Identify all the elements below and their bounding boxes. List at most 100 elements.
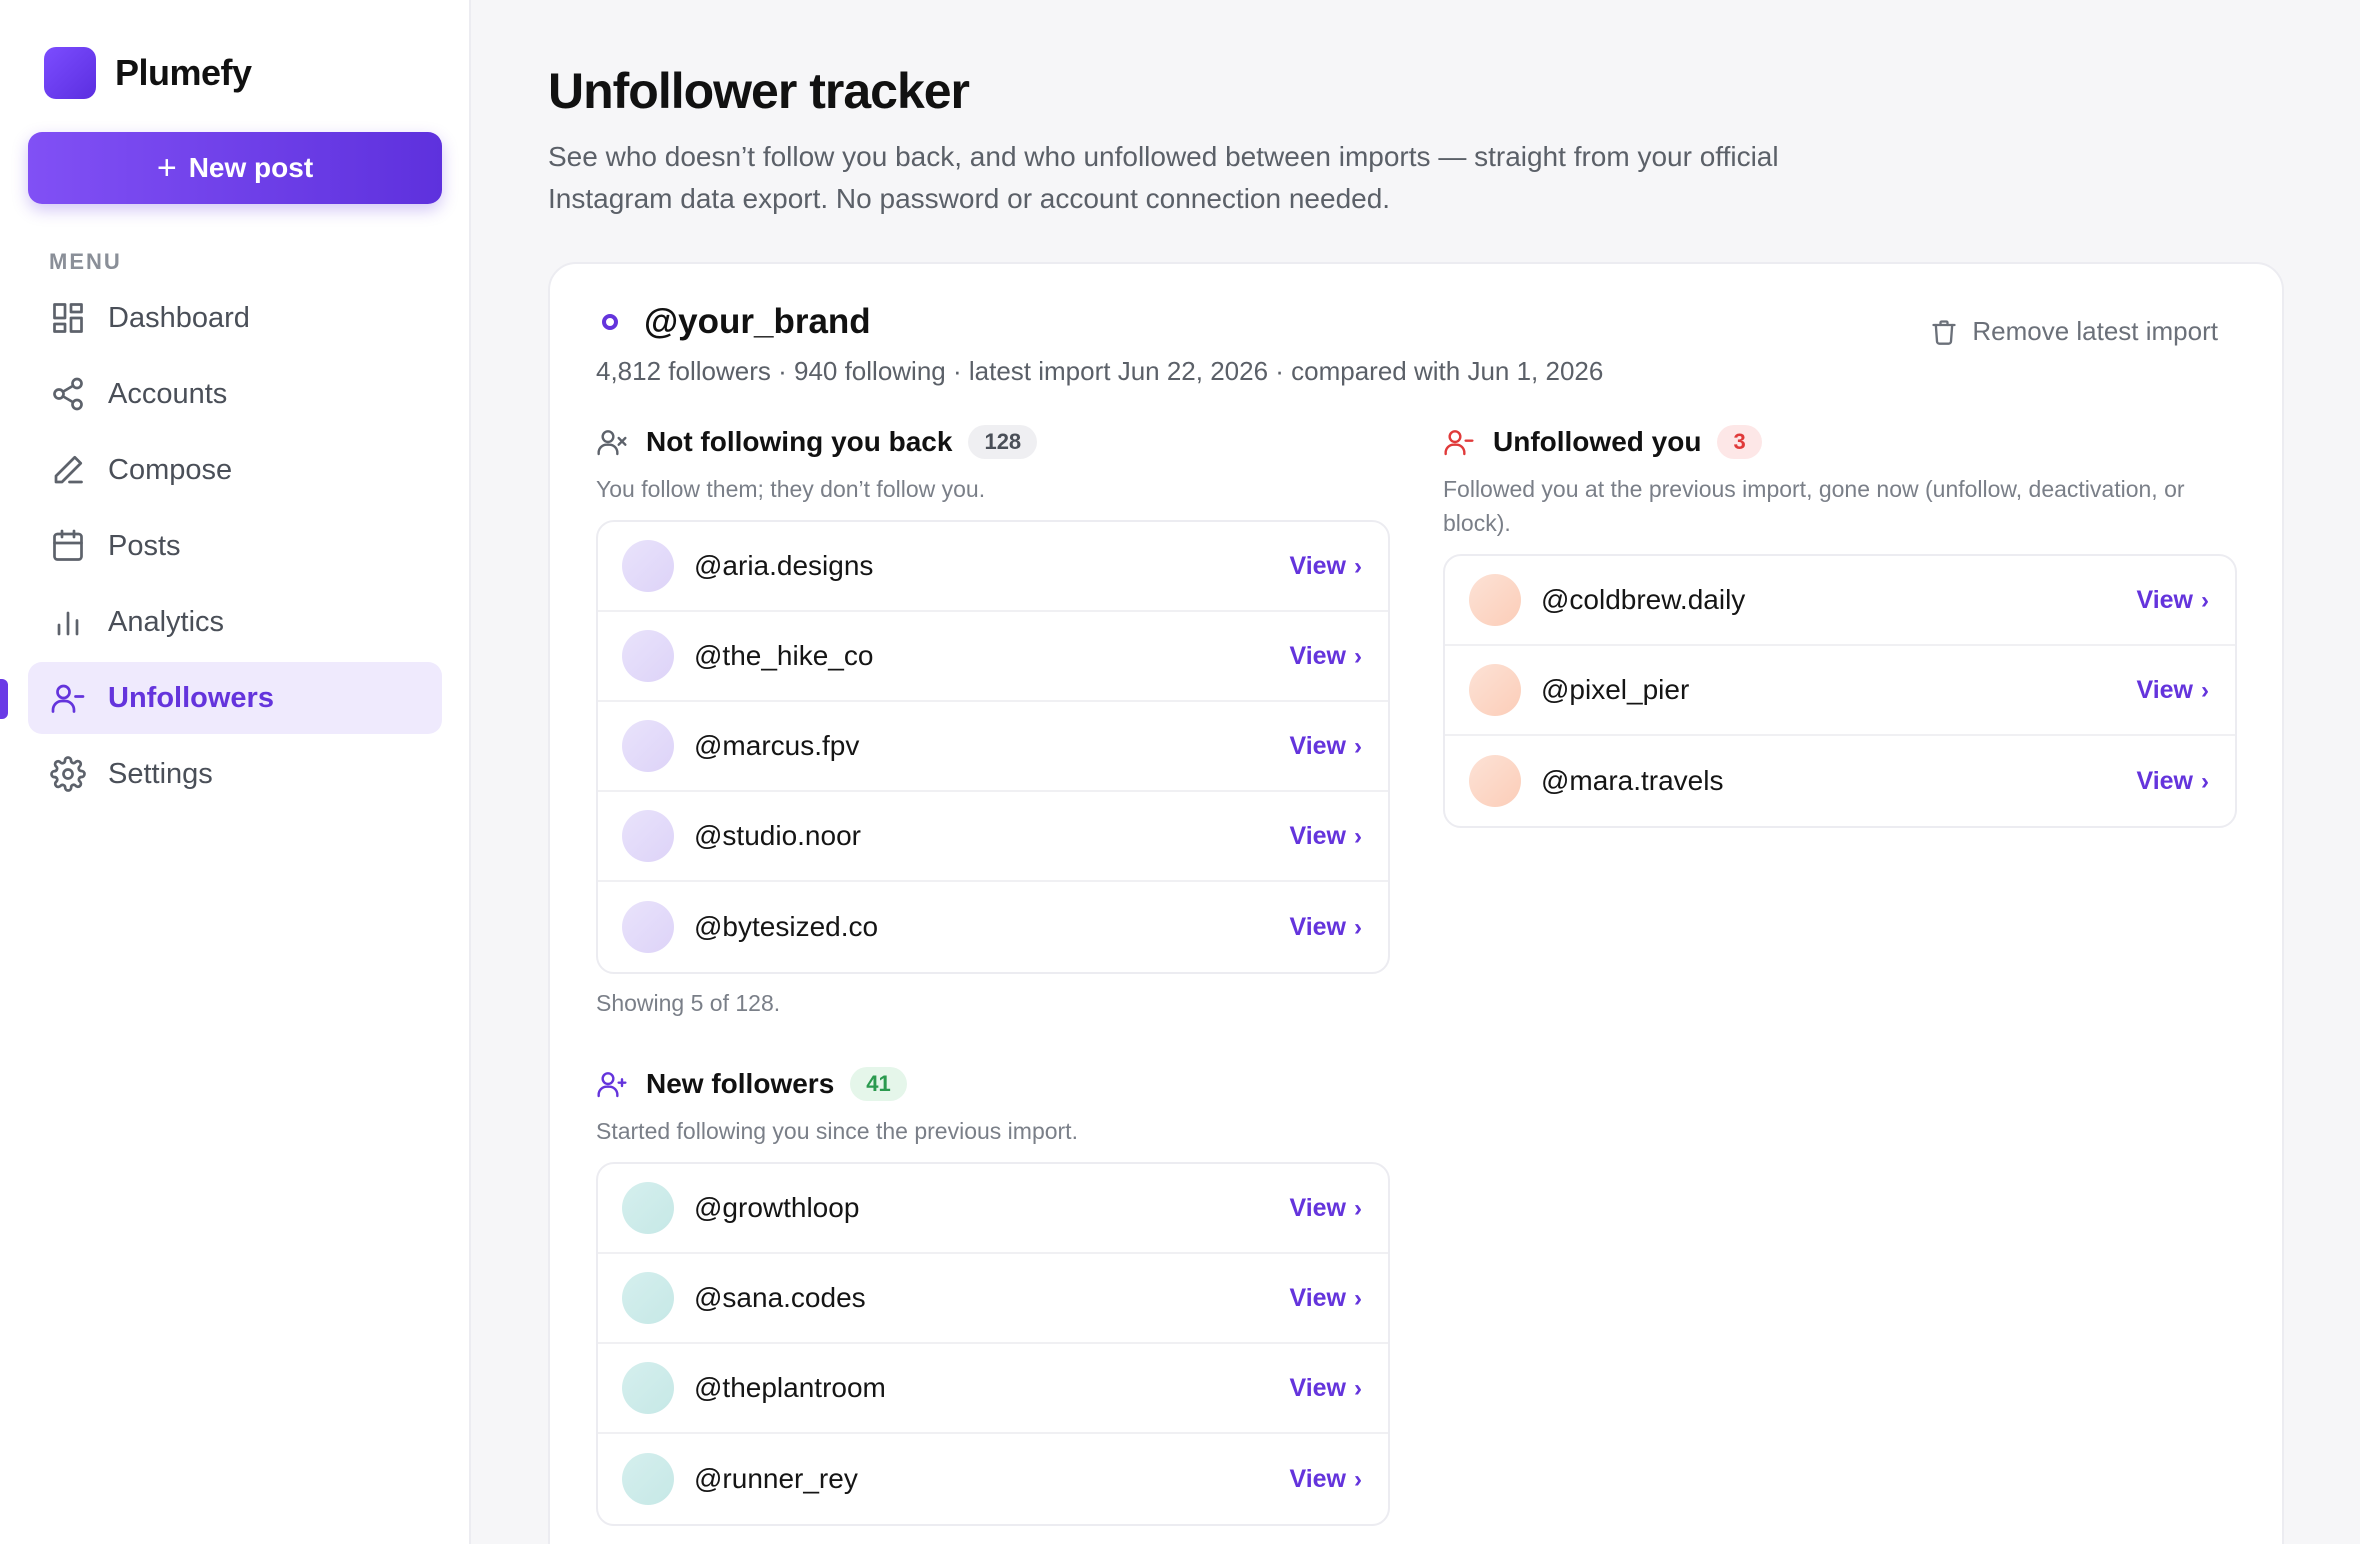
view-link[interactable]: View › <box>1289 913 1362 942</box>
avatar <box>622 720 674 772</box>
list-item: @growthloop View › <box>598 1164 1388 1254</box>
view-link[interactable]: View › <box>1289 642 1362 671</box>
sidebar-item-label: Unfollowers <box>108 681 274 714</box>
user-handle: @theplantroom <box>694 1372 886 1403</box>
view-link[interactable]: View › <box>2136 676 2209 705</box>
unfollowed-you-section: Unfollowed you 3 Followed you at the pre… <box>1443 422 2237 828</box>
sidebar-item-label: Settings <box>108 757 213 790</box>
sidebar-item-label: Dashboard <box>108 301 250 334</box>
new-post-label: New post <box>188 152 314 183</box>
menu-label: MENU <box>49 249 122 274</box>
user-minus-icon <box>1444 430 1474 456</box>
chevron-right-icon: › <box>2201 676 2209 704</box>
brand[interactable]: Plumefy <box>44 47 252 99</box>
view-link[interactable]: View › <box>2136 767 2209 796</box>
view-link[interactable]: View › <box>1289 552 1362 581</box>
section-title: Not following you back <box>646 426 953 457</box>
chevron-right-icon: › <box>1354 1194 1362 1222</box>
user-handle: @growthloop <box>694 1192 860 1223</box>
new-post-button[interactable]: + New post <box>28 132 442 204</box>
user-list: @aria.designs View › @the_hike_co View › @… <box>596 520 1390 974</box>
sidebar-item-dashboard[interactable]: Dashboard <box>28 282 442 354</box>
user-handle: @sana.codes <box>694 1282 866 1313</box>
count-badge: 3 <box>1717 425 1762 459</box>
sidebar-item-compose[interactable]: Compose <box>28 434 442 506</box>
section-description: Followed you at the previous import, gon… <box>1443 476 2185 536</box>
chevron-right-icon: › <box>1354 913 1362 941</box>
list-item: @sana.codes View › <box>598 1254 1388 1344</box>
sidebar-nav: Dashboard Accounts Compose Posts Analyti… <box>28 282 442 814</box>
chevron-right-icon: › <box>1354 642 1362 670</box>
user-handle: @mara.travels <box>1541 765 1724 796</box>
section-description: Started following you since the previous… <box>596 1118 1078 1144</box>
user-handle: @aria.designs <box>694 550 874 581</box>
sidebar-item-label: Compose <box>108 453 233 486</box>
view-link[interactable]: View › <box>1289 1374 1362 1403</box>
account-handle: @your_brand <box>644 302 871 341</box>
user-minus-icon <box>51 684 85 713</box>
page-description: See who doesn’t follow you back, and who… <box>548 141 1779 214</box>
list-item: @pixel_pier View › <box>1445 646 2235 736</box>
view-link[interactable]: View › <box>1289 822 1362 851</box>
account-status-icon <box>602 314 618 330</box>
avatar <box>622 1362 674 1414</box>
sidebar-item-settings[interactable]: Settings <box>28 738 442 810</box>
view-link[interactable]: View › <box>1289 1194 1362 1223</box>
section-description: You follow them; they don’t follow you. <box>596 476 986 502</box>
pen-icon <box>54 455 83 484</box>
avatar <box>622 1453 674 1505</box>
account-card: @your_brand 4,812 followers · 940 follow… <box>548 262 2284 1544</box>
sidebar-item-unfollowers[interactable]: Unfollowers <box>28 662 442 734</box>
page-title: Unfollower tracker <box>548 63 970 119</box>
user-list: @coldbrew.daily View › @pixel_pier View › … <box>1443 554 2237 828</box>
user-plus-icon <box>597 1072 627 1098</box>
list-item: @studio.noor View › <box>598 792 1388 882</box>
view-link[interactable]: View › <box>1289 732 1362 761</box>
chevron-right-icon: › <box>2201 767 2209 795</box>
avatar <box>1469 755 1521 807</box>
list-item: @the_hike_co View › <box>598 612 1388 702</box>
remove-latest-import-label: Remove latest import <box>1972 316 2218 346</box>
plus-icon: + <box>156 148 177 187</box>
count-badge: 128 <box>968 425 1038 459</box>
chevron-right-icon: › <box>1354 1465 1362 1493</box>
brand-logo-icon <box>44 47 96 99</box>
showing-count: Showing 5 of 128. <box>596 990 781 1016</box>
avatar <box>1469 574 1521 626</box>
section-title: New followers <box>646 1068 835 1099</box>
sidebar-item-label: Analytics <box>108 605 225 638</box>
user-handle: @bytesized.co <box>694 911 879 942</box>
avatar <box>1469 664 1521 716</box>
avatar <box>622 1272 674 1324</box>
section-title: Unfollowed you <box>1493 426 1702 457</box>
sidebar-item-posts[interactable]: Posts <box>28 510 442 582</box>
view-link[interactable]: View › <box>1289 1465 1362 1494</box>
avatar <box>622 630 674 682</box>
sidebar-item-analytics[interactable]: Analytics <box>28 586 442 658</box>
avatar <box>622 1182 674 1234</box>
sidebar-item-accounts[interactable]: Accounts <box>28 358 442 430</box>
list-item: @coldbrew.daily View › <box>1445 556 2235 646</box>
share-icon <box>53 377 83 411</box>
user-handle: @coldbrew.daily <box>1541 584 1746 615</box>
avatar <box>622 810 674 862</box>
list-item: @bytesized.co View › <box>598 882 1388 972</box>
avatar <box>622 901 674 953</box>
user-handle: @the_hike_co <box>694 640 874 671</box>
list-item: @marcus.fpv View › <box>598 702 1388 792</box>
view-link[interactable]: View › <box>1289 1284 1362 1313</box>
user-handle: @studio.noor <box>694 820 861 851</box>
chevron-right-icon: › <box>1354 822 1362 850</box>
chevron-right-icon: › <box>1354 1374 1362 1402</box>
view-link[interactable]: View › <box>2136 586 2209 615</box>
active-indicator <box>0 679 8 719</box>
user-list: @growthloop View › @sana.codes View › @the… <box>596 1162 1390 1526</box>
user-x-icon <box>597 430 627 456</box>
sidebar: Plumefy + New post MENU Dashboard Accoun… <box>0 0 471 1544</box>
account-meta: 4,812 followers · 940 following · latest… <box>596 356 1604 386</box>
list-item: @mara.travels View › <box>1445 736 2235 826</box>
user-handle: @runner_rey <box>694 1463 858 1494</box>
count-badge: 41 <box>850 1067 907 1101</box>
remove-latest-import-button[interactable]: Remove latest import <box>1930 316 2218 347</box>
dashboard-icon <box>53 303 83 333</box>
